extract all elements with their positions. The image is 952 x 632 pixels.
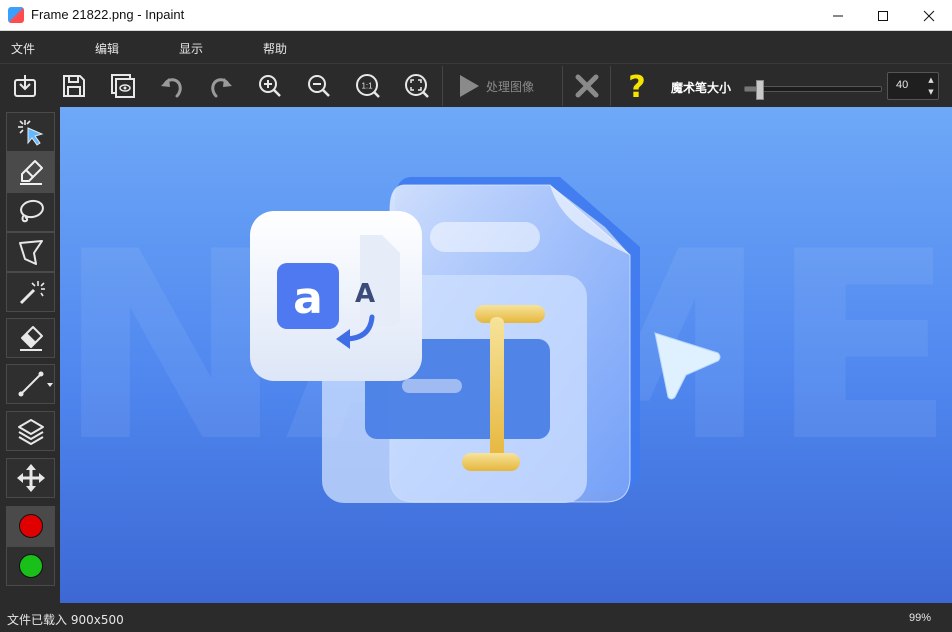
cancel-button[interactable]	[569, 68, 605, 104]
eraser-tool[interactable]	[6, 318, 55, 358]
redo-button[interactable]	[203, 68, 239, 104]
layers-tool[interactable]	[6, 411, 55, 451]
brush-size-slider-thumb[interactable]	[755, 80, 764, 100]
green-color-swatch	[18, 554, 43, 578]
close-button[interactable]	[906, 0, 952, 31]
guide-line-tool[interactable]	[6, 364, 55, 404]
help-button[interactable]: ?	[619, 68, 655, 104]
canvas-image: NAME a A	[60, 177, 952, 503]
magic-wand-tool[interactable]	[6, 272, 55, 312]
menu-edit[interactable]: 编辑	[95, 40, 119, 57]
process-image-label: 处理图像	[486, 80, 535, 94]
redo-icon	[211, 78, 232, 98]
marker-tool[interactable]	[6, 152, 55, 192]
svg-text:a: a	[293, 273, 323, 324]
preview-button[interactable]	[105, 68, 141, 104]
brush-size-value: 40	[896, 79, 909, 91]
layers-icon	[17, 419, 44, 445]
tool-palette	[0, 107, 60, 603]
menu-file[interactable]: 文件	[11, 40, 35, 57]
menu-view[interactable]: 显示	[179, 40, 203, 57]
smart-select-tool[interactable]	[6, 112, 55, 152]
play-icon	[460, 75, 479, 97]
app-icon	[8, 7, 24, 23]
status-text: 文件已载入 900x500	[7, 613, 124, 627]
help-icon: ?	[628, 70, 645, 102]
move-icon	[16, 464, 45, 492]
move-tool[interactable]	[6, 458, 55, 498]
save-icon	[63, 75, 85, 97]
zoom-in-icon	[259, 75, 281, 97]
brush-size-label: 魔术笔大小	[671, 81, 732, 95]
brush-size-slider[interactable]	[744, 80, 882, 100]
polygon-lasso-icon	[18, 240, 43, 265]
smart-select-icon	[17, 120, 43, 146]
eraser-icon	[19, 326, 43, 351]
fit-button[interactable]	[399, 68, 435, 104]
image-canvas[interactable]: NAME a A	[60, 107, 952, 603]
toolbar-separator	[562, 66, 563, 106]
toolbar: 1:1 处理图像 ? 魔术笔大小 40 ▲ ▼	[0, 63, 952, 107]
toolbar-separator	[610, 66, 611, 106]
magic-wand-icon	[19, 281, 45, 305]
polygon-lasso-tool[interactable]	[6, 232, 55, 272]
toolbar-separator	[442, 66, 443, 106]
spin-up-icon[interactable]: ▲	[926, 74, 936, 86]
window-title: Frame 21822.png - Inpaint	[31, 7, 185, 22]
svg-text:1:1: 1:1	[361, 82, 373, 91]
lasso-icon	[19, 199, 44, 223]
zoom-out-icon	[308, 75, 330, 97]
minimize-icon	[833, 15, 843, 16]
close-icon	[923, 10, 935, 21]
chevron-down-icon	[47, 383, 53, 387]
minimize-button[interactable]	[815, 0, 861, 31]
batch-icon	[111, 74, 135, 98]
lasso-tool[interactable]	[6, 192, 55, 232]
guide-line-icon	[18, 371, 43, 397]
cancel-icon	[575, 74, 599, 98]
maximize-button[interactable]	[860, 0, 906, 31]
maximize-icon	[878, 10, 888, 21]
open-button[interactable]	[7, 68, 43, 104]
mask-color-button[interactable]	[6, 506, 55, 546]
brush-size-spinbox[interactable]: 40 ▲ ▼	[887, 72, 939, 100]
save-button[interactable]	[56, 68, 92, 104]
donor-color-button[interactable]	[6, 546, 55, 586]
zoom-out-button[interactable]	[301, 68, 337, 104]
zoom-in-button[interactable]	[252, 68, 288, 104]
menu-bar: 文件 编辑 显示 帮助	[0, 31, 952, 63]
undo-button[interactable]	[154, 68, 190, 104]
fit-icon	[405, 74, 429, 98]
status-bar: 文件已载入 900x500 99%	[0, 603, 952, 632]
undo-icon	[161, 78, 182, 98]
marker-icon	[19, 160, 43, 185]
actual-size-icon: 1:1	[356, 74, 380, 98]
menu-help[interactable]: 帮助	[263, 40, 287, 57]
spin-down-icon[interactable]: ▼	[926, 86, 936, 98]
svg-text:?: ?	[628, 70, 645, 102]
title-bar: Frame 21822.png - Inpaint	[0, 0, 952, 31]
svg-text:A: A	[355, 279, 375, 309]
actual-size-button[interactable]: 1:1	[350, 68, 386, 104]
zoom-level: 99%	[908, 612, 931, 624]
open-icon	[14, 75, 36, 97]
red-color-swatch	[18, 514, 43, 538]
